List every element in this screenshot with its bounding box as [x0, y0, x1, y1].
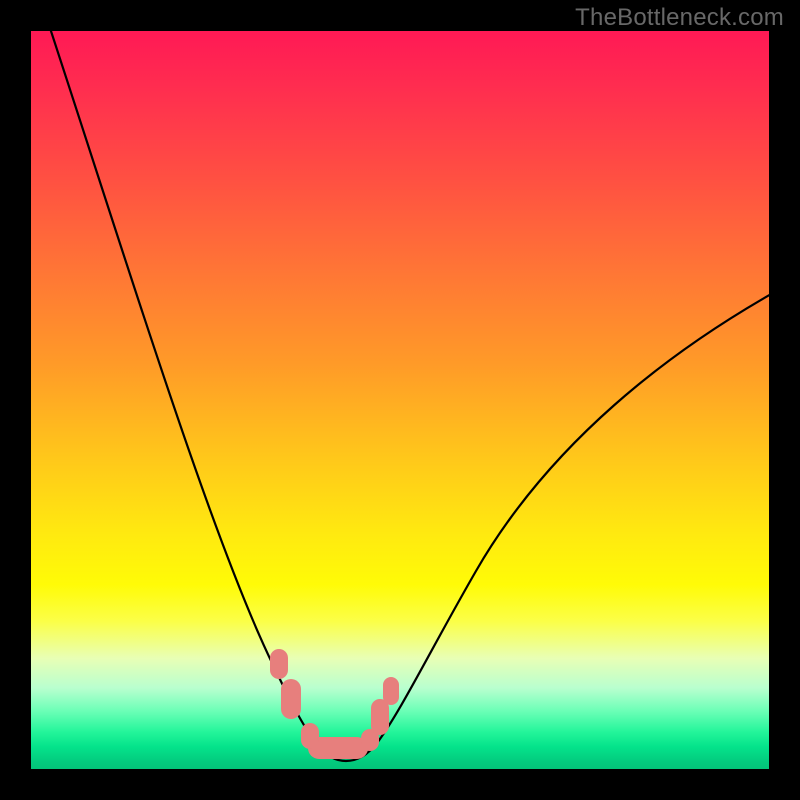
- marker-left-lower: [281, 679, 301, 719]
- bottleneck-curve: [31, 31, 769, 769]
- curve-path: [49, 31, 769, 761]
- marker-right-upper: [383, 677, 399, 705]
- highlight-markers: [270, 649, 399, 759]
- marker-floor-capL: [301, 723, 319, 749]
- marker-right-lower: [371, 699, 389, 735]
- chart-plot-area: [31, 31, 769, 769]
- marker-left-upper: [270, 649, 288, 679]
- app-frame: TheBottleneck.com: [0, 0, 800, 800]
- watermark-text: TheBottleneck.com: [575, 4, 784, 32]
